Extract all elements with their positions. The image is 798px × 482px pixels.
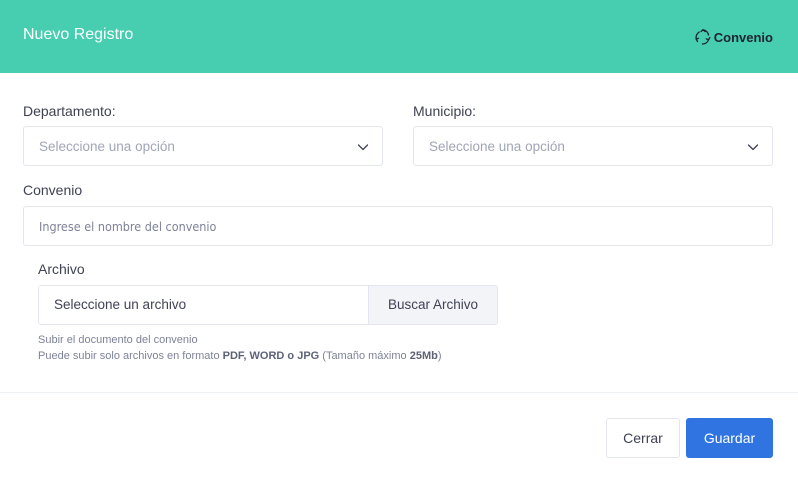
file-name-field[interactable]: Seleccione un archivo: [39, 286, 368, 324]
hint-max-size: 25Mb: [409, 350, 438, 362]
hint-middle: (Tamaño máximo: [319, 350, 410, 362]
convenio-label: Convenio: [23, 182, 83, 198]
municipio-label: Municipio:: [413, 103, 477, 119]
file-hint-line1: Subir el documento del convenio: [38, 334, 198, 346]
hint-suffix: ): [437, 350, 442, 362]
hint-formats: PDF, WORD o JPG: [222, 350, 320, 362]
departamento-select-value: Seleccione una opción: [39, 139, 175, 154]
hint-prefix: Puede subir solo archivos en formato: [38, 350, 223, 362]
archivo-label: Archivo: [38, 261, 85, 277]
modal-header: Nuevo Registro Convenio: [0, 0, 798, 73]
file-upload-group: Seleccione un archivo Buscar Archivo: [38, 285, 498, 325]
footer-divider: [0, 392, 798, 393]
municipio-select[interactable]: Seleccione una opción: [413, 126, 773, 166]
chevron-down-icon: [357, 144, 369, 151]
modal-title: Nuevo Registro: [23, 26, 134, 43]
browse-file-button[interactable]: Buscar Archivo: [368, 286, 497, 324]
save-button[interactable]: Guardar: [686, 418, 773, 458]
brand: Convenio: [694, 28, 773, 46]
departamento-label: Departamento:: [23, 103, 116, 119]
convenio-input[interactable]: [23, 206, 773, 246]
close-button[interactable]: Cerrar: [606, 418, 680, 458]
recycle-icon: [695, 29, 711, 45]
municipio-select-value: Seleccione una opción: [429, 139, 565, 154]
chevron-down-icon: [747, 144, 759, 151]
departamento-select[interactable]: Seleccione una opción: [23, 126, 383, 166]
brand-label: Convenio: [713, 29, 773, 45]
file-hint-line2: Puede subir solo archivos en formato PDF…: [38, 350, 442, 362]
